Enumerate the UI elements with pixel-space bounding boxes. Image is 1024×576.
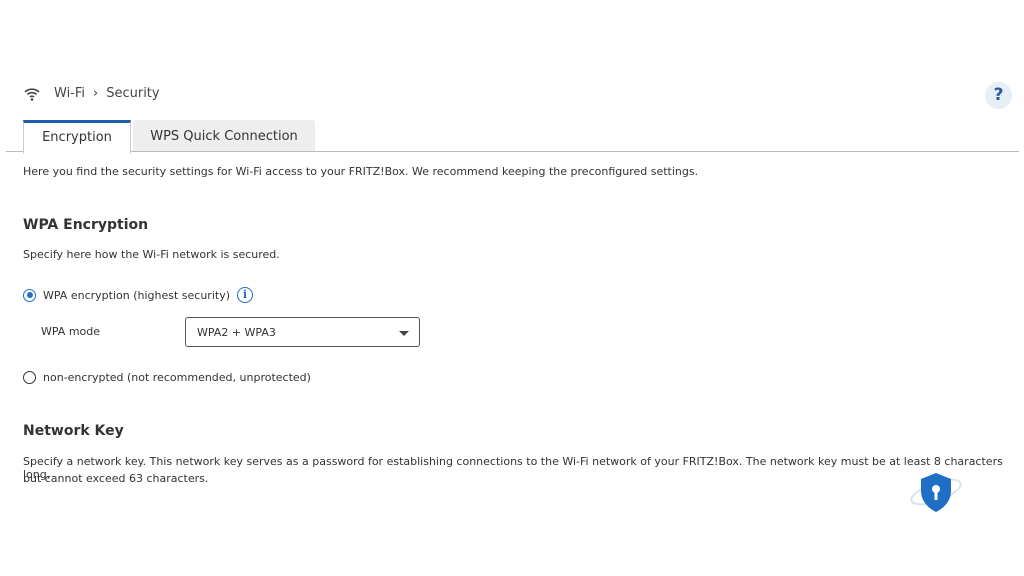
wifi-icon (24, 87, 40, 101)
intro-text: Here you find the security settings for … (23, 165, 699, 178)
chevron-right-icon: › (93, 86, 99, 101)
caret-down-icon (399, 331, 409, 336)
radio-wpa-encryption[interactable]: WPA encryption (highest security) i (23, 287, 253, 303)
tab-bar: WPS Quick Connection Encryption (6, 120, 1019, 154)
wpa-heading: WPA Encryption (23, 217, 149, 233)
network-key-description-2: but cannot exceed 63 characters. (23, 472, 209, 485)
breadcrumb: Wi-Fi › Security (24, 86, 168, 101)
tab-encryption[interactable]: Encryption (23, 120, 131, 154)
radio-label: non-encrypted (not recommended, unprotec… (43, 371, 311, 384)
shield-keyhole-icon (910, 473, 962, 512)
breadcrumb-security: Security (106, 86, 160, 101)
radio-unchecked[interactable] (23, 371, 36, 384)
info-icon[interactable]: i (237, 287, 253, 303)
network-key-heading: Network Key (23, 423, 124, 439)
radio-checked[interactable] (23, 288, 36, 302)
radio-non-encrypted[interactable]: non-encrypted (not recommended, unprotec… (23, 371, 311, 384)
help-button[interactable]: ? (985, 82, 1012, 109)
wpa-mode-label: WPA mode (41, 325, 101, 338)
breadcrumb-wifi[interactable]: Wi-Fi (54, 86, 85, 101)
wpa-mode-value: WPA2 + WPA3 (197, 326, 276, 339)
radio-label: WPA encryption (highest security) (43, 288, 230, 302)
wpa-mode-select[interactable]: WPA2 + WPA3 (185, 317, 420, 347)
tab-wps-quick-connection[interactable]: WPS Quick Connection (133, 120, 315, 151)
wpa-description: Specify here how the Wi-Fi network is se… (23, 248, 280, 261)
